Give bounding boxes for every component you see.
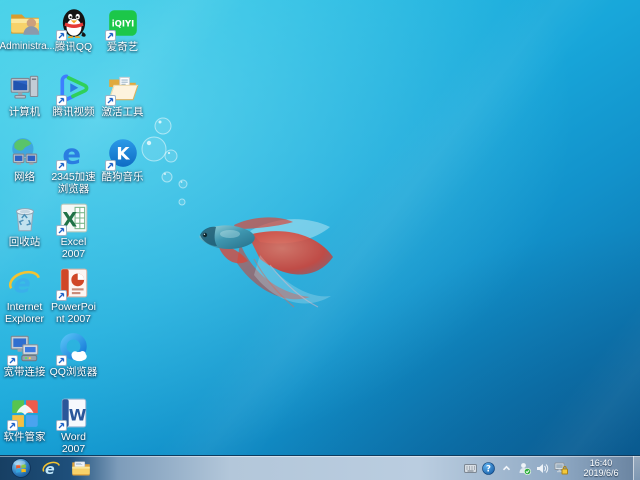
desktop-icon-powerpoint-2007[interactable]: PowerPoint 2007 [49,262,98,327]
desktop-icon-label: 激活工具 [98,106,148,118]
windows-start-orb-icon [11,458,31,478]
taskbar-internet-explorer-button[interactable]: e [36,456,66,480]
betta-fish-image [190,215,340,325]
show-desktop-button[interactable] [633,456,640,480]
desktop-icon-label: 宽带连接 [0,366,50,378]
folder-icon [71,459,91,477]
start-button[interactable] [6,456,36,480]
desktop-icon-activation-tools[interactable]: 激活工具 [98,67,147,132]
shortcut-arrow-icon [56,30,67,41]
shortcut-arrow-icon [7,355,18,366]
recycle-bin-icon [8,201,42,235]
shortcut-arrow-icon [56,225,67,236]
desktop-icon-label: 爱奇艺 [98,41,148,53]
svg-text:K: K [116,144,130,164]
computer-icon [8,71,42,105]
svg-text:W: W [68,405,86,424]
taskbar-file-explorer-button[interactable] [66,456,96,480]
shortcut-arrow-icon [56,420,67,431]
desktop-icon-grid: Administra... 计算机 [0,2,147,457]
tray-network-status[interactable] [553,460,568,476]
shortcut-arrow-icon [56,355,67,366]
desktop-icon-tencent-video[interactable]: 腾讯视频 [49,67,98,132]
desktop-icon-administrator[interactable]: Administra... [0,2,49,67]
desktop-icon-broadband[interactable]: 宽带连接 [0,327,49,392]
internet-explorer-icon: e [8,266,42,300]
shortcut-arrow-icon [105,95,116,106]
desktop-icon-label: QQ浏览器 [49,366,99,378]
system-tray: ? [463,456,640,480]
network-warning-icon [554,462,568,475]
desktop-icon-network[interactable]: 网络 [0,132,49,197]
tray-help[interactable]: ? [481,460,496,476]
shortcut-arrow-icon [105,30,116,41]
tray-volume[interactable] [535,460,550,476]
keyboard-icon [464,464,477,473]
shortcut-arrow-icon [56,290,67,301]
help-question-icon: ? [482,462,495,475]
desktop-icon-label: 腾讯视频 [49,106,99,118]
desktop-icon-computer[interactable]: 计算机 [0,67,49,132]
security-check-icon [518,462,531,475]
clock-time: 16:40 [575,458,627,468]
tray-security-status[interactable] [517,460,532,476]
chevron-up-icon [502,464,511,473]
shortcut-arrow-icon [7,420,18,431]
desktop-icon-label: 酷狗音乐 [98,171,148,183]
desktop-icon-label: 腾讯QQ [49,41,99,53]
user-folder-icon [8,6,42,40]
desktop-icon-label: 2345加速浏览器 [49,171,99,195]
internet-explorer-icon: e [42,459,61,478]
desktop-icon-software-manager[interactable]: 软件管家 [0,392,49,457]
desktop-icon-qq-browser[interactable]: QQ浏览器 [49,327,98,392]
clock-date: 2019/6/6 [575,468,627,478]
tray-show-hidden-icons[interactable] [499,460,514,476]
desktop-icon-iqiyi[interactable]: iQIYI 爱奇艺 [98,2,147,67]
desktop-icon-label: 软件管家 [0,431,50,443]
desktop-icon-label: Word 2007 [49,431,99,455]
desktop-icon-label: 网络 [0,171,50,183]
tray-input-keyboard[interactable] [463,460,478,476]
shortcut-arrow-icon [105,160,116,171]
desktop-icon-excel-2007[interactable]: X Excel 2007 [49,197,98,262]
desktop-icon-label: Administra... [0,41,50,53]
desktop-icon-2345-browser[interactable]: e 2345加速浏览器 [49,132,98,197]
network-globe-icon [8,136,42,170]
shortcut-arrow-icon [56,95,67,106]
svg-text:?: ? [486,464,491,474]
desktop-icon-recycle-bin[interactable]: 回收站 [0,197,49,262]
svg-text:iQIYI: iQIYI [111,20,134,30]
shortcut-arrow-icon [56,160,67,171]
desktop-icon-label: PowerPoint 2007 [49,301,99,325]
desktop-icon-kugou-music[interactable]: K 酷狗音乐 [98,132,147,197]
windows7-desktop: Administra... 计算机 [0,0,640,480]
desktop-icon-label: 计算机 [0,106,50,118]
desktop-icon-label: Excel 2007 [49,236,99,260]
desktop-icon-label: Internet Explorer [0,301,50,325]
desktop-icon-tencent-qq[interactable]: 腾讯QQ [49,2,98,67]
taskbar: e [0,455,640,480]
taskbar-clock[interactable]: 16:40 2019/6/6 [575,458,627,478]
desktop-icon-label: 回收站 [0,236,50,248]
desktop-icon-word-2007[interactable]: W Word 2007 [49,392,98,457]
speaker-icon [536,463,549,474]
desktop-icon-internet-explorer[interactable]: e Internet Explorer [0,262,49,327]
